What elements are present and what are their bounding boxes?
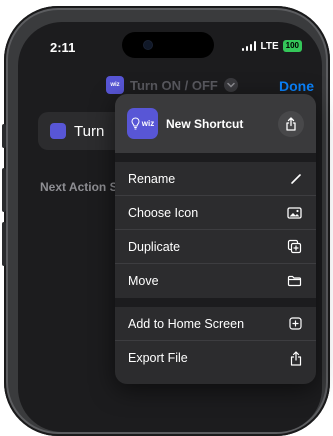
pencil-icon bbox=[291, 173, 301, 184]
choose-icon-menu-item[interactable]: Choose Icon bbox=[115, 196, 316, 230]
add-to-home-screen-menu-item[interactable]: Add to Home Screen bbox=[115, 307, 316, 341]
next-action-suggestions-label: Next Action S bbox=[40, 180, 118, 194]
network-type: LTE bbox=[260, 40, 279, 52]
duplicate-icon bbox=[287, 239, 302, 254]
camera-icon bbox=[144, 41, 152, 49]
menu-header: wiz New Shortcut bbox=[115, 94, 316, 153]
shortcut-name: New Shortcut bbox=[166, 116, 244, 131]
shortcut-options-menu: wiz New Shortcut Rename Choose Icon Dupl… bbox=[115, 94, 316, 384]
volume-down-button bbox=[2, 222, 6, 266]
share-button[interactable] bbox=[278, 110, 304, 137]
wiz-action-icon bbox=[50, 123, 66, 139]
menu-group-edit: Rename Choose Icon Duplicate Move bbox=[115, 162, 316, 298]
signal-icon bbox=[241, 41, 257, 51]
done-button[interactable]: Done bbox=[279, 78, 314, 94]
wiz-app-icon: wiz bbox=[106, 76, 124, 94]
rename-menu-item[interactable]: Rename bbox=[115, 162, 316, 196]
dynamic-island bbox=[122, 32, 214, 58]
rename-label: Rename bbox=[128, 171, 176, 186]
volume-up-button bbox=[2, 168, 6, 212]
duplicate-menu-item[interactable]: Duplicate bbox=[115, 230, 316, 264]
shortcut-icon-text: wiz bbox=[141, 119, 155, 128]
shortcut-title: Turn ON / OFF bbox=[130, 77, 218, 93]
export-icon bbox=[290, 350, 302, 366]
photo-icon bbox=[287, 206, 302, 219]
move-label: Move bbox=[128, 274, 159, 288]
move-menu-item[interactable]: Move bbox=[115, 264, 316, 298]
add-to-home-screen-label: Add to Home Screen bbox=[128, 316, 245, 331]
folder-icon bbox=[287, 275, 302, 287]
share-icon bbox=[286, 116, 296, 131]
choose-icon-label: Choose Icon bbox=[128, 205, 199, 220]
shortcut-icon: wiz bbox=[127, 108, 158, 139]
chevron-down-icon bbox=[223, 78, 238, 92]
menu-group-export: Add to Home Screen Export File bbox=[115, 307, 316, 375]
action-label: Turn bbox=[74, 122, 105, 140]
shortcut-title-button[interactable]: wiz Turn ON / OFF bbox=[106, 76, 238, 94]
status-time: 2:11 bbox=[50, 40, 76, 55]
duplicate-label: Duplicate bbox=[128, 239, 181, 254]
action-button bbox=[2, 124, 6, 148]
status-indicators: LTE 100 bbox=[241, 40, 302, 52]
menu-separator bbox=[115, 298, 316, 307]
export-file-label: Export File bbox=[128, 351, 188, 365]
plus-square-icon bbox=[289, 317, 302, 330]
export-file-menu-item[interactable]: Export File bbox=[115, 341, 316, 375]
menu-separator bbox=[115, 153, 316, 162]
battery-icon: 100 bbox=[282, 40, 302, 52]
